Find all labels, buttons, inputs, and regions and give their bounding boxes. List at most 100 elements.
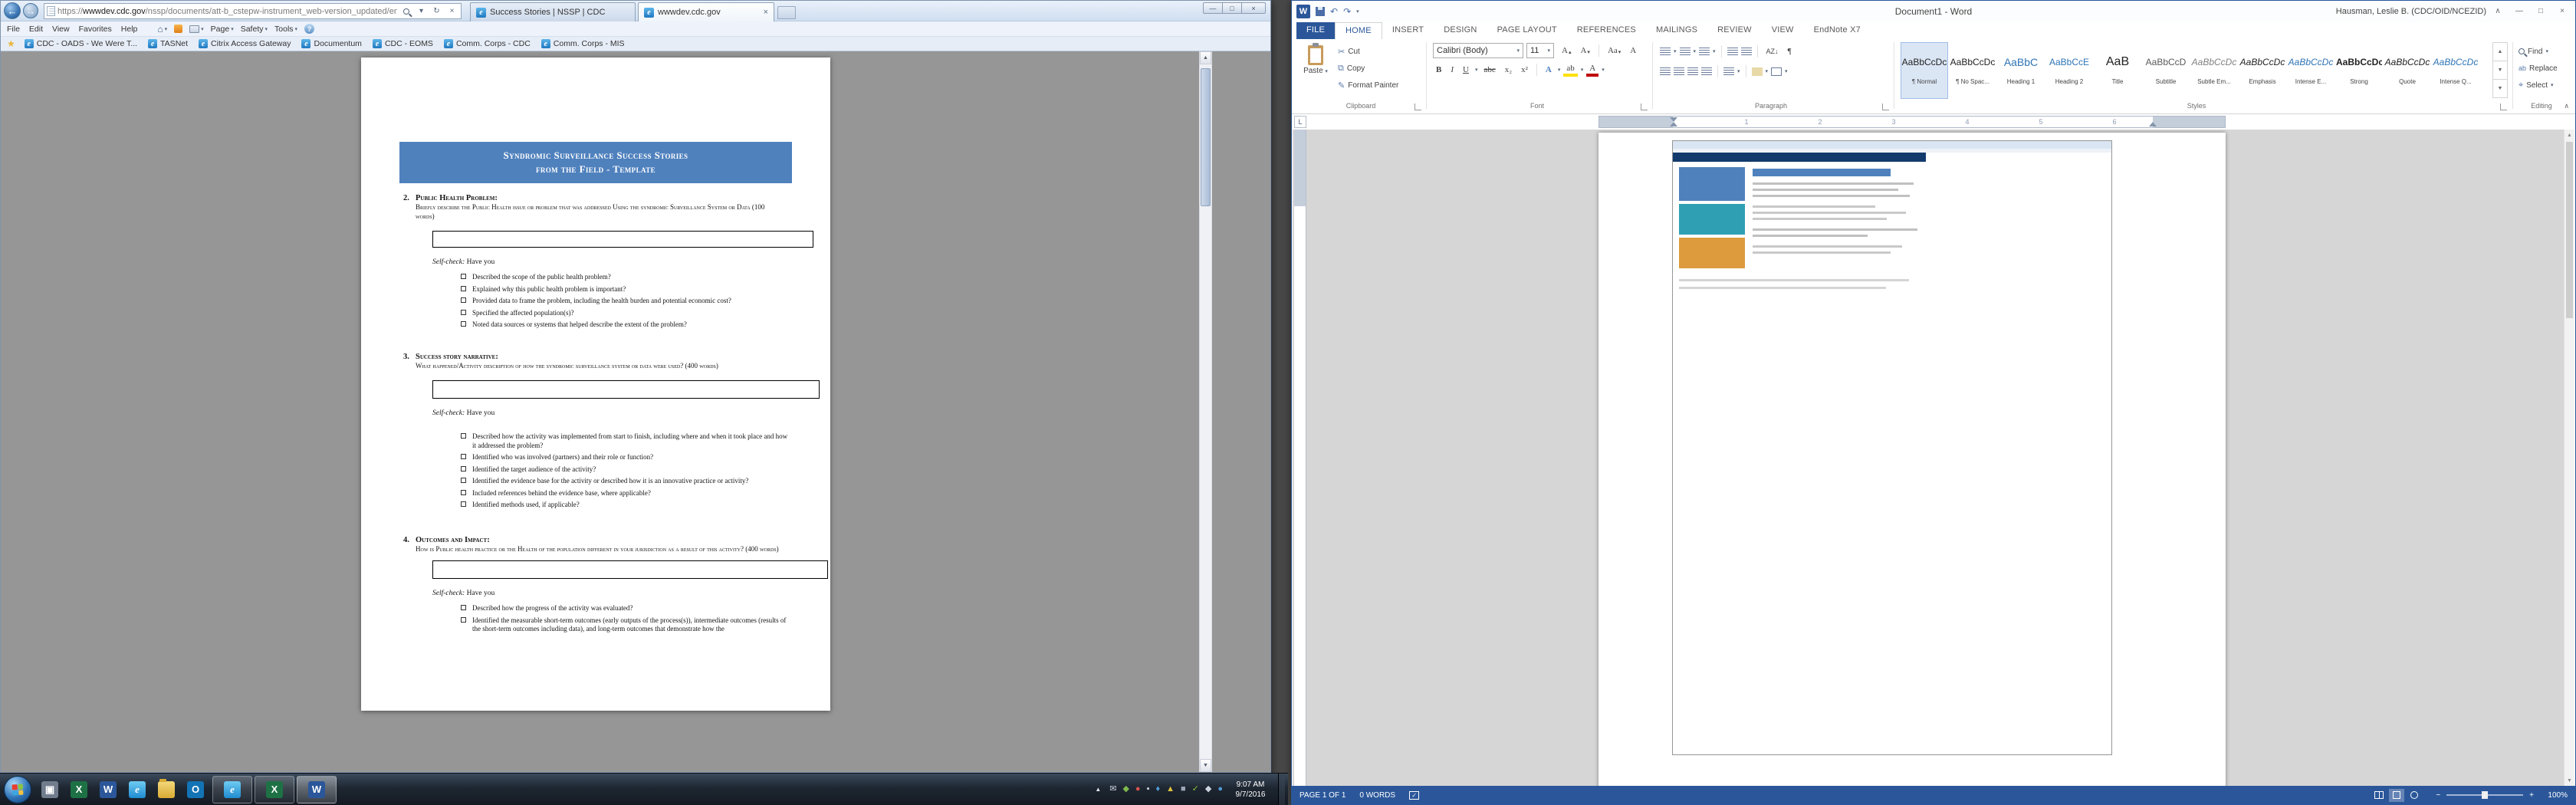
taskbar-pinned-outlook[interactable]: O — [181, 775, 210, 804]
tray-sync-icon[interactable]: ✓ — [1192, 785, 1199, 794]
word-count-status[interactable]: 0 WORDS — [1359, 791, 1395, 800]
zoom-slider-thumb[interactable] — [2482, 791, 2488, 799]
taskbar-pinned-word[interactable]: W — [94, 775, 123, 804]
stop-button[interactable]: × — [445, 5, 458, 18]
checkbox[interactable] — [461, 478, 466, 483]
find-button[interactable]: Find▾ — [2518, 44, 2548, 59]
tray-app-icon[interactable]: ▪ — [1147, 785, 1150, 794]
scroll-up-button[interactable]: ▲ — [1200, 51, 1211, 64]
style-intense-emphasis[interactable]: AaBbCcDcIntense E... — [2287, 42, 2334, 99]
search-icon[interactable] — [399, 5, 412, 18]
read-mode-button[interactable] — [2371, 789, 2387, 802]
grow-font-button[interactable]: A▴ — [1559, 44, 1574, 57]
menu-help[interactable]: Help — [121, 25, 138, 34]
style-subtitle[interactable]: AaBbCcDSubtitle — [2142, 42, 2190, 99]
address-dropdown-button[interactable]: ▾ — [415, 5, 428, 18]
checkbox[interactable] — [461, 454, 466, 459]
taskbar-pinned-app[interactable]: ▣ — [35, 775, 64, 804]
replace-button[interactable]: abReplace — [2518, 61, 2558, 76]
address-bar[interactable]: https://wwwdev.cdc.gov/nssp/documents/at… — [44, 3, 462, 19]
clipboard-dialog-launcher[interactable] — [1414, 104, 1421, 110]
style-heading-2[interactable]: AaBbCcEHeading 2 — [2045, 42, 2093, 99]
change-case-button[interactable]: Aa▾ — [1605, 44, 1624, 57]
home-button[interactable]: ⌂▾ — [157, 24, 167, 34]
safety-menu-button[interactable]: Safety▾ — [241, 25, 268, 34]
tab-review[interactable]: REVIEW — [1707, 22, 1762, 39]
browser-tab-wwwdev[interactable]: e wwwdev.cdc.gov × — [638, 2, 774, 21]
page-count-status[interactable]: PAGE 1 OF 1 — [1300, 791, 1346, 800]
select-button[interactable]: ⌖Select▾ — [2518, 77, 2554, 93]
taskbar-clock[interactable]: 9:07 AM 9/7/2016 — [1229, 780, 1272, 800]
tab-close-icon[interactable]: × — [764, 8, 768, 17]
print-button[interactable]: ▾ — [189, 25, 204, 33]
pasted-screenshot-image[interactable] — [1672, 140, 2112, 755]
scroll-up-button[interactable]: ▲ — [2564, 130, 2574, 140]
new-tab-button[interactable] — [777, 6, 796, 19]
checkbox[interactable] — [461, 490, 466, 495]
menu-favorites[interactable]: Favorites — [79, 25, 112, 34]
vertical-ruler[interactable] — [1294, 130, 1306, 786]
tab-mailings[interactable]: MAILINGS — [1646, 22, 1707, 39]
cut-button[interactable]: ✂Cut — [1338, 44, 1360, 59]
zoom-percentage[interactable]: 100% — [2540, 791, 2568, 800]
borders-button[interactable] — [1771, 67, 1782, 76]
underline-button[interactable]: U — [1460, 64, 1472, 76]
styles-scroll-up-button[interactable]: ▲ — [2492, 42, 2508, 61]
horizontal-ruler[interactable]: 1 2 3 4 5 6 — [1598, 116, 2226, 128]
style-normal[interactable]: AaBbCcDc¶ Normal — [1901, 42, 1948, 99]
zoom-out-button[interactable]: − — [2436, 791, 2440, 800]
superscript-button[interactable]: x² — [1518, 64, 1531, 76]
align-center-button[interactable] — [1674, 67, 1684, 76]
favorite-link-cdc-oads[interactable]: eCDC - OADS - We Were T... — [19, 38, 143, 49]
tray-network-icon[interactable]: ♦ — [1155, 785, 1160, 794]
font-size-combobox[interactable]: 11▾ — [1526, 43, 1554, 58]
numbering-button[interactable] — [1680, 48, 1691, 56]
sort-button[interactable]: AZ↓ — [1763, 46, 1782, 57]
redo-button[interactable]: ↷ — [1343, 6, 1351, 17]
zoom-in-button[interactable]: + — [2529, 791, 2534, 800]
help-button[interactable]: ? — [304, 24, 314, 34]
close-button[interactable]: × — [1241, 2, 1266, 14]
print-layout-button[interactable] — [2389, 789, 2404, 802]
response-input-success-story-narrative[interactable] — [432, 380, 820, 399]
tray-volume-icon[interactable]: ■ — [1181, 785, 1186, 794]
taskbar-pinned-excel[interactable]: X — [64, 775, 94, 804]
checkbox[interactable] — [461, 605, 466, 610]
right-indent-marker[interactable] — [2149, 122, 2157, 127]
taskbar-pinned-internet-explorer[interactable]: e — [123, 775, 152, 804]
tools-menu-button[interactable]: Tools▾ — [274, 25, 297, 34]
styles-scroll-down-button[interactable]: ▼ — [2492, 61, 2508, 80]
favorite-link-documentum[interactable]: eDocumentum — [296, 38, 366, 49]
maximize-button[interactable]: □ — [2531, 4, 2551, 18]
scrollbar-thumb[interactable] — [1201, 68, 1211, 206]
style-strong[interactable]: AaBbCcDcStrong — [2335, 42, 2383, 99]
style-title[interactable]: AaBTitle — [2094, 42, 2141, 99]
menu-file[interactable]: File — [7, 25, 20, 34]
checkbox[interactable] — [461, 274, 466, 279]
save-button[interactable] — [1316, 7, 1325, 16]
tray-power-icon[interactable]: ● — [1217, 785, 1223, 794]
favorite-link-citrix[interactable]: eCitrix Access Gateway — [193, 38, 296, 49]
close-button[interactable]: × — [2552, 4, 2572, 18]
tray-antivirus-icon[interactable]: ◆ — [1122, 785, 1129, 794]
favorite-link-cdc-eoms[interactable]: eCDC - EOMS — [367, 38, 439, 49]
decrease-indent-button[interactable] — [1727, 48, 1738, 56]
shading-button[interactable] — [1752, 67, 1763, 76]
paragraph-dialog-launcher[interactable] — [1882, 104, 1889, 110]
tab-home[interactable]: HOME — [1335, 22, 1382, 39]
favorite-link-comm-corps-mis[interactable]: eComm. Corps - MIS — [536, 38, 630, 49]
checkbox[interactable] — [461, 466, 466, 472]
tab-page-layout[interactable]: PAGE LAYOUT — [1487, 22, 1567, 39]
bullets-button[interactable] — [1660, 48, 1671, 56]
url-text[interactable]: https://wwwdev.cdc.gov/nssp/documents/at… — [58, 7, 397, 16]
taskbar-running-internet-explorer[interactable]: e — [212, 776, 252, 803]
justify-button[interactable] — [1701, 67, 1712, 76]
subscript-button[interactable]: x₂ — [1502, 64, 1515, 76]
font-color-button[interactable]: A — [1586, 63, 1598, 77]
styles-more-button[interactable]: ▼ — [2492, 79, 2508, 98]
response-input-outcomes-and-impact[interactable] — [432, 560, 828, 579]
strikethrough-button[interactable]: abc — [1480, 64, 1498, 76]
checkbox[interactable] — [461, 286, 466, 291]
back-button[interactable]: ← — [4, 2, 21, 19]
forward-button[interactable]: → — [23, 3, 38, 18]
